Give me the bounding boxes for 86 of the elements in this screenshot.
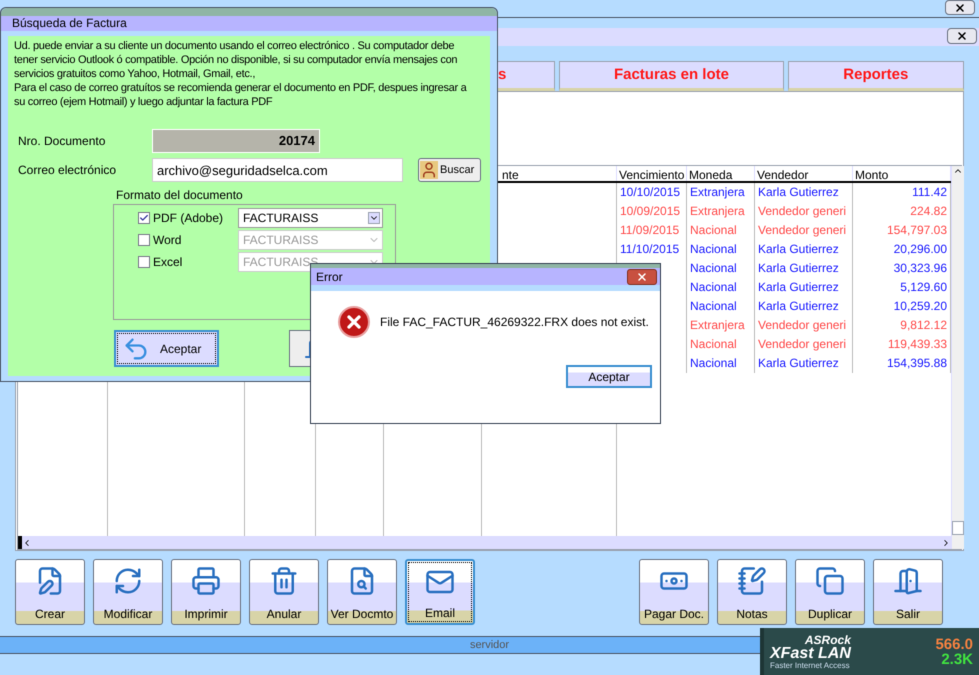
refresh-icon (113, 566, 143, 596)
field-label: Nro. Documento (18, 133, 106, 150)
table-cell: 10,259.20 (894, 299, 947, 313)
toolbar-button[interactable]: Salir (873, 559, 943, 625)
table-cell: Karla Gutierrez (758, 280, 839, 294)
brand-logo: ASRock (804, 634, 851, 646)
error-message: File FAC_FACTUR_46269322.FRX does not exist. (380, 314, 649, 331)
error-icon (338, 306, 370, 338)
table-cell: Vendedor generi (758, 337, 846, 351)
group-title: Formato del documento (116, 187, 244, 204)
toolbar-button[interactable]: Anular (249, 559, 319, 625)
table-cell: 10/10/2015 (620, 185, 680, 199)
close-icon (956, 30, 968, 42)
table-cell: 20,296.00 (894, 242, 947, 256)
vertical-scrollbar[interactable] (951, 166, 964, 549)
printer-icon (191, 566, 221, 596)
column-header[interactable]: Vendedor (755, 166, 853, 181)
close-icon (636, 270, 648, 282)
notebook-icon (737, 566, 767, 596)
table-cell: 10/09/2015 (620, 204, 680, 218)
table-cell: 9,812.12 (900, 318, 947, 332)
checkbox[interactable] (138, 212, 150, 224)
table-cell: 30,323.96 (894, 261, 947, 275)
toolbar-button[interactable]: Ver Docmto (327, 559, 397, 625)
search-button[interactable]: Buscar (418, 158, 481, 182)
speed-reading: 566.0 (935, 636, 973, 652)
table-cell: Nacional (690, 261, 737, 275)
template-dropdown[interactable]: FACTURAISS (238, 208, 383, 228)
table-cell: Extranjera (690, 185, 745, 199)
table-cell: Karla Gutierrez (758, 356, 839, 370)
table-cell: Nacional (690, 280, 737, 294)
toolbar-button[interactable]: Duplicar (795, 559, 865, 625)
table-cell: 11/09/2015 (620, 223, 680, 237)
toolbar-button[interactable]: Crear (15, 559, 85, 625)
table-cell: 11/10/2015 (620, 242, 680, 256)
table-cell: 154,395.88 (886, 356, 947, 370)
table-cell: Vendedor generi (758, 204, 846, 218)
table-cell: Karla Gutierrez (758, 185, 839, 199)
close-icon (954, 2, 966, 14)
table-cell: Vendedor generi (758, 223, 846, 237)
scroll-thumb[interactable] (952, 521, 964, 535)
column-header[interactable]: Vencimiento (617, 166, 687, 181)
table-cell: 154,797.03 (886, 223, 947, 237)
field-label: Correo electrónico (18, 162, 118, 179)
document-number-field: 20174 (152, 129, 320, 153)
table-cell: Karla Gutierrez (758, 299, 839, 313)
toolbar-button[interactable]: Email (405, 559, 475, 625)
close-button[interactable] (947, 28, 977, 44)
table-cell: Extranjera (690, 204, 745, 218)
close-button[interactable] (627, 268, 657, 284)
accept-button[interactable]: Aceptar (114, 330, 219, 367)
checkbox-label: PDF (Adobe) (153, 210, 224, 227)
table-cell: Nacional (690, 299, 737, 313)
info-text: Ud. puede enviar a su cliente un documento usando el correo electrónico . Su computador debe tener servicio Outlook ó compatible. Opción no disponible, si su computador envía mensajes con servicios gratuitos como Yahoo, Hotmail, Gmail, etc., Para el caso de correo gratuítos se recomienda generar el documento en PDF, despues ingresar a su correo (ejem Hotmail) y luego adjuntar la factura PDF (14, 39, 468, 109)
table-cell: Nacional (690, 223, 737, 237)
check-icon (139, 213, 149, 223)
door-icon (893, 566, 923, 596)
dialog-title: Búsqueda de Factura (1, 8, 497, 31)
copy-icon (815, 566, 845, 596)
table-cell: Nacional (690, 337, 737, 351)
bin-icon (269, 566, 299, 596)
table-cell: Karla Gutierrez (758, 261, 839, 275)
caret-icon (368, 212, 380, 224)
checkbox-label: Word (153, 232, 182, 249)
toolbar-button[interactable]: Modificar (93, 559, 163, 625)
toolbar-button[interactable]: Notas (717, 559, 787, 625)
toolbar-button[interactable]: Imprimir (171, 559, 241, 625)
tagline: Faster Internet Access (770, 662, 851, 670)
table-cell: Nacional (690, 242, 737, 256)
table-cell: Nacional (690, 356, 737, 370)
person-icon (420, 161, 438, 179)
table-cell: 119,439.33 (888, 337, 947, 351)
table-cell: 224.82 (910, 204, 947, 218)
column-header[interactable]: Moneda (687, 166, 755, 181)
table-cell: 111.42 (912, 185, 947, 199)
table-cell: 5,129.60 (900, 280, 947, 294)
email-field[interactable]: archivo@seguridadselca.com (152, 158, 403, 182)
checkbox-label: Excel (153, 254, 184, 271)
toolbar-button[interactable]: Pagar Doc. (639, 559, 709, 625)
table-cell: Extranjera (690, 318, 745, 332)
table-cell: Karla Gutierrez (758, 242, 839, 256)
speed-reading: 2.3K (941, 652, 973, 666)
table-cell: Vendedor generi (758, 318, 846, 332)
close-button[interactable] (945, 0, 975, 15)
accept-button[interactable]: Aceptar (566, 365, 652, 388)
horizontal-scrollbar[interactable] (18, 536, 951, 549)
